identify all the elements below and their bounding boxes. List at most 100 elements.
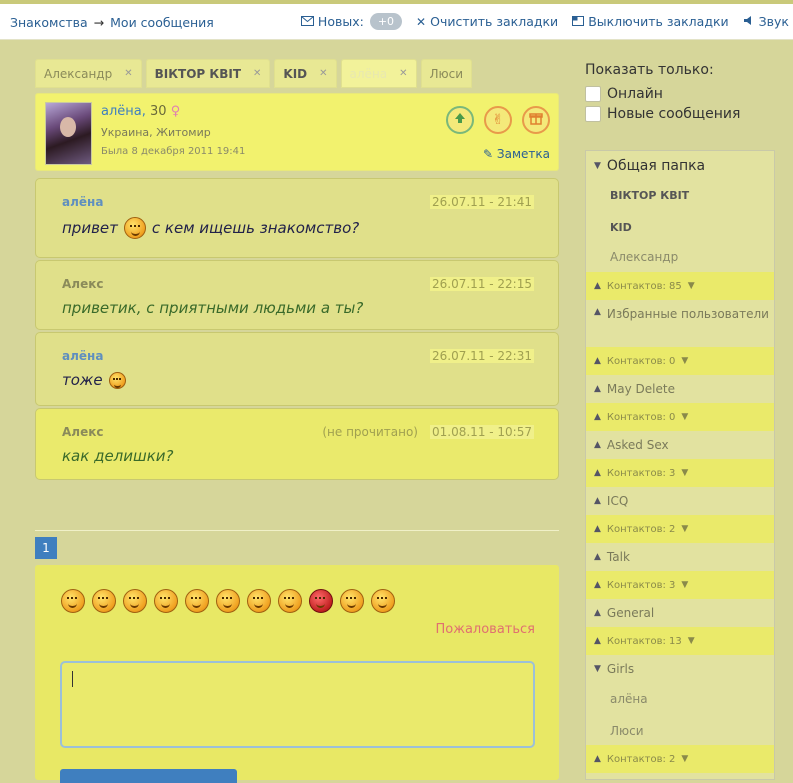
contact-item[interactable]: ВІКТОР КВІТ (586, 181, 774, 209)
message-item-unread: Алекс (не прочитано) 01.08.11 - 10:57 ка… (35, 408, 559, 480)
group-count[interactable]: ▲ Контактов: 0 ▼ (586, 403, 774, 431)
report-link[interactable]: Пожаловаться (436, 622, 536, 637)
breadcrumb-home[interactable]: Знакомства (10, 15, 88, 30)
online-checkbox[interactable] (585, 86, 601, 102)
chevron-down-icon: ▼ (687, 281, 695, 291)
folder-asked-sex[interactable]: ▲ Asked Sex (586, 431, 774, 459)
arrow-up-button[interactable] (446, 106, 474, 134)
clear-bookmarks-link[interactable]: ✕ Очистить закладки (416, 14, 558, 29)
profile-card: алёна, 30 ♀ Украина, Житомир Была 8 дека… (35, 93, 559, 171)
folder-may-delete[interactable]: ▲ May Delete (586, 375, 774, 403)
folder-general-en[interactable]: ▲ General (586, 599, 774, 627)
gift-button[interactable] (522, 106, 550, 134)
triangle-up-icon: ▲ (594, 754, 601, 764)
text-caret (72, 671, 73, 687)
sound-toggle[interactable]: Звук (743, 14, 789, 29)
group-count-label: Контактов: 85 (606, 280, 682, 292)
note-link[interactable]: ✎ Заметка (483, 147, 550, 161)
close-icon: ✕ (416, 14, 427, 29)
message-author[interactable]: алёна (62, 349, 103, 363)
wink-button[interactable]: ✌ (484, 106, 512, 134)
female-icon: ♀ (170, 104, 181, 119)
page-button[interactable]: 1 (35, 537, 57, 559)
triangle-up-icon: ▲ (594, 524, 601, 534)
triangle-down-icon: ▼ (594, 664, 601, 674)
group-count[interactable]: ▲ Контактов: 13 ▼ (586, 627, 774, 655)
triangle-up-icon: ▲ (594, 636, 601, 646)
devil-icon[interactable] (309, 589, 333, 613)
group-count-label: Контактов: 0 (606, 355, 676, 367)
contact-item[interactable]: KID (586, 213, 774, 241)
angel-icon[interactable] (278, 589, 302, 613)
message-date: 26.07.11 - 22:31 (430, 349, 534, 363)
folder-favorites[interactable]: ▲ Избранные пользователи (586, 301, 774, 351)
triangle-up-icon: ▲ (594, 580, 601, 590)
online-label: Онлайн (607, 86, 663, 102)
group-count[interactable]: ▲ Контактов: 3 ▼ (586, 459, 774, 487)
triangle-down-icon: ▼ (594, 161, 601, 171)
tab-kid[interactable]: KID ✕ (274, 59, 337, 88)
rose-icon[interactable] (247, 589, 271, 613)
tab-lusi[interactable]: Люси (420, 59, 473, 88)
message-author[interactable]: Алекс (62, 277, 103, 291)
tab-viktor[interactable]: ВІКТОР КВІТ ✕ (145, 59, 271, 88)
tab-label: ВІКТОР КВІТ (154, 66, 242, 81)
folder-talk[interactable]: ▲ Talk (586, 543, 774, 571)
tab-alena[interactable]: алёна ✕ (340, 59, 417, 88)
close-icon[interactable]: ✕ (399, 68, 407, 79)
contact-item[interactable]: Люси (586, 717, 774, 745)
message-author[interactable]: алёна (62, 195, 103, 209)
folder-label: General (606, 606, 655, 620)
chevron-down-icon: ▼ (681, 524, 689, 534)
close-icon[interactable]: ✕ (253, 68, 261, 79)
folder-label: May Delete (606, 382, 675, 396)
group-count-label: Контактов: 13 (606, 635, 682, 647)
wink-icon[interactable] (92, 589, 116, 613)
smile-icon[interactable] (61, 589, 85, 613)
smiley-picker (61, 589, 395, 613)
kiss-icon[interactable] (340, 589, 364, 613)
compose-panel: Пожаловаться (35, 565, 559, 783)
folder-icq[interactable]: ▲ ICQ (586, 487, 774, 515)
close-icon[interactable]: ✕ (124, 68, 132, 79)
message-date: 26.07.11 - 22:15 (430, 277, 534, 291)
group-count[interactable]: ▲ Контактов: 2 ▼ (586, 745, 774, 773)
folder-girls[interactable]: ▼ Girls (586, 655, 774, 683)
clear-bookmarks-label: Очистить закладки (430, 14, 559, 29)
breadcrumb-current[interactable]: Мои сообщения (110, 15, 214, 30)
folder-general[interactable]: ▼ Общая папка (586, 152, 774, 180)
message-input[interactable] (60, 661, 535, 748)
avatar[interactable] (45, 102, 92, 165)
new-messages-checkbox[interactable] (585, 106, 601, 122)
grin-icon[interactable] (123, 589, 147, 613)
profile-last-seen: Была 8 декабря 2011 19:41 (101, 146, 246, 157)
tab-aleksandr[interactable]: Александр ✕ (35, 59, 142, 88)
online-filter[interactable]: Онлайн (585, 86, 663, 102)
new-messages-filter[interactable]: Новые сообщения (585, 106, 740, 122)
contact-item[interactable]: Александр (586, 243, 774, 271)
chevron-down-icon: ▼ (681, 412, 689, 422)
group-count[interactable]: ▲ Контактов: 2 ▼ (586, 515, 774, 543)
group-count[interactable]: ▲ Контактов: 0 ▼ (586, 347, 774, 375)
message-text-part: тоже (62, 371, 103, 389)
group-count[interactable]: ▲ Контактов: 3 ▼ (586, 571, 774, 599)
close-icon[interactable]: ✕ (319, 68, 327, 79)
sad-icon[interactable] (154, 589, 178, 613)
new-messages-link[interactable]: Новых: +0 (300, 13, 403, 30)
triangle-up-icon: ▲ (594, 608, 601, 618)
message-text: как делишки? (62, 447, 174, 465)
message-text: тоже (62, 371, 126, 389)
group-count[interactable]: ▲ Контактов: 85 ▼ (586, 272, 774, 300)
disable-bookmarks-link[interactable]: Выключить закладки (572, 14, 729, 29)
folder-panel: ▼ Общая папка ВІКТОР КВІТ KID Александр … (585, 150, 775, 780)
message-author[interactable]: Алекс (62, 425, 103, 439)
send-button[interactable] (60, 769, 237, 783)
top-actions: Новых: +0 ✕ Очистить закладки Выключить … (300, 13, 789, 30)
in-love-icon[interactable] (371, 589, 395, 613)
profile-name[interactable]: алёна, 30 ♀ (101, 104, 180, 119)
folder-label: Girls (606, 662, 635, 676)
profile-location: Украина, Житомир (101, 126, 211, 139)
contact-item[interactable]: алёна (586, 685, 774, 713)
angry-icon[interactable] (216, 589, 240, 613)
cool-icon[interactable] (185, 589, 209, 613)
